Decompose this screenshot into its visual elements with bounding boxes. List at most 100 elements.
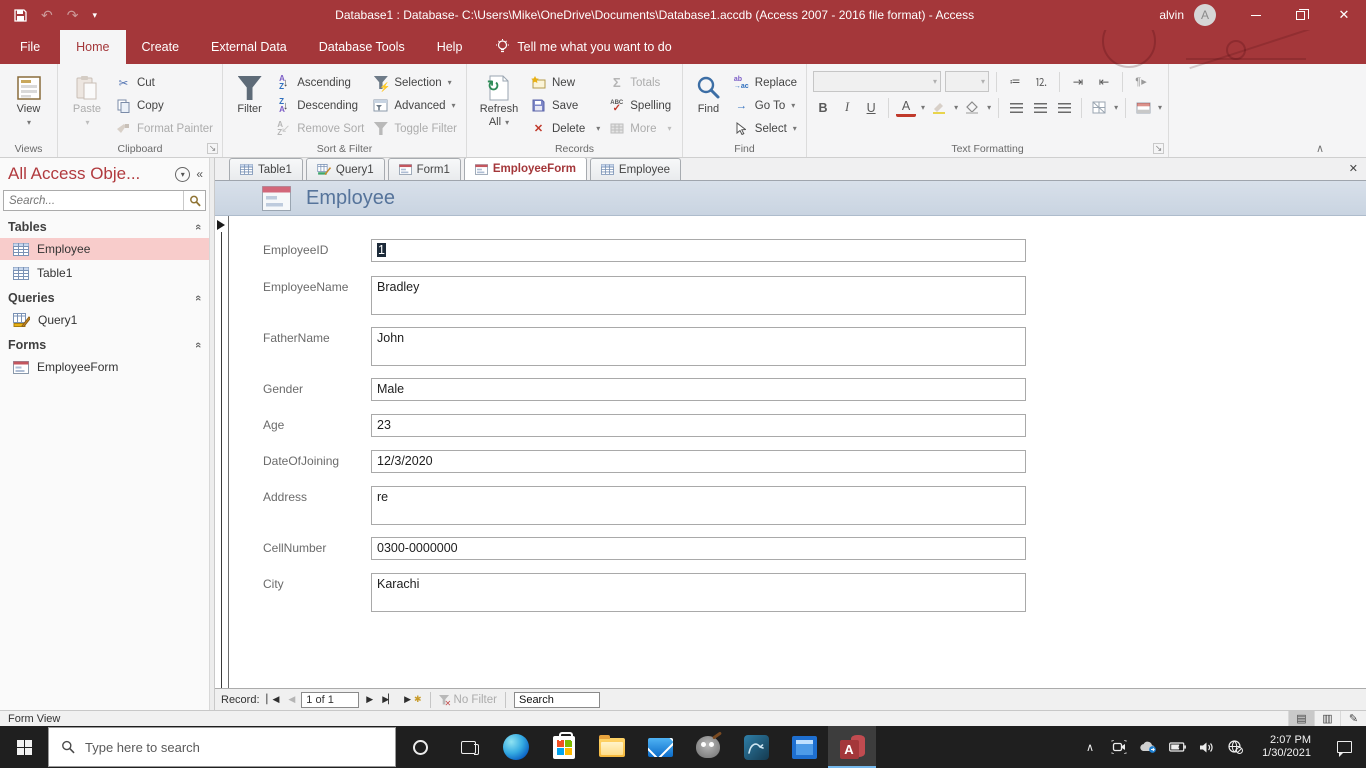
redo-icon[interactable]: ↷ <box>67 7 79 24</box>
last-record-icon[interactable]: ▶▏ <box>379 694 397 705</box>
cellnumber-input[interactable]: 0300-0000000 <box>371 537 1026 560</box>
highlight-color-icon[interactable] <box>929 97 949 118</box>
font-color-button[interactable]: A <box>896 99 917 117</box>
battery-icon[interactable] <box>1166 742 1188 752</box>
text-direction-icon[interactable]: ¶▸ <box>1130 71 1152 92</box>
volume-icon[interactable] <box>1195 741 1217 754</box>
tab-create[interactable]: Create <box>126 30 196 64</box>
tell-me-box[interactable]: Tell me what you want to do <box>478 30 672 64</box>
form-view-button[interactable]: ▤ <box>1288 711 1314 726</box>
new-record-button[interactable]: New <box>527 71 603 94</box>
delete-record-button[interactable]: ✕ Delete ▾ <box>527 117 603 140</box>
tab-home[interactable]: Home <box>60 30 126 64</box>
undo-icon[interactable]: ↶ <box>41 7 53 24</box>
find-button[interactable]: Find <box>689 69 728 141</box>
spelling-button[interactable]: ABC ✓ Spelling <box>605 94 674 117</box>
filter-button[interactable]: Filter <box>229 69 270 141</box>
nav-search-box[interactable] <box>3 190 206 211</box>
align-center-icon[interactable] <box>1030 97 1050 118</box>
align-right-icon[interactable] <box>1054 97 1074 118</box>
font-size-combobox[interactable]: ▾ <box>945 71 989 92</box>
font-name-combobox[interactable]: ▾ <box>813 71 941 92</box>
record-position[interactable]: 1 of 1 <box>301 691 360 708</box>
paste-button[interactable]: Paste ▾ <box>64 69 110 141</box>
gender-input[interactable]: Male <box>371 378 1026 401</box>
microsoft-store-button[interactable] <box>540 726 588 768</box>
address-input[interactable]: re <box>371 486 1026 525</box>
file-explorer-button[interactable] <box>588 726 636 768</box>
close-button[interactable]: ✕ <box>1322 0 1366 30</box>
save-icon[interactable] <box>14 8 27 22</box>
tray-chevron-up-icon[interactable]: ∧ <box>1079 741 1101 754</box>
next-record-icon[interactable]: ▶ <box>363 694 375 705</box>
employeename-input[interactable]: Bradley <box>371 276 1026 315</box>
first-record-icon[interactable]: ▏◀ <box>264 694 282 705</box>
doc-tab-employee[interactable]: Employee <box>589 158 682 180</box>
align-left-icon[interactable] <box>1006 97 1026 118</box>
action-center-icon[interactable] <box>1337 741 1352 757</box>
nav-item-table1[interactable]: Table1 <box>0 262 209 284</box>
decrease-indent-icon[interactable]: ⇤ <box>1093 71 1115 92</box>
employeeid-input[interactable]: 1 <box>371 239 1026 262</box>
tab-database-tools[interactable]: Database Tools <box>303 30 421 64</box>
more-button[interactable]: More ▾ <box>605 117 674 140</box>
fathername-input[interactable]: John <box>371 327 1026 366</box>
tab-file[interactable]: File <box>0 30 60 64</box>
tab-external-data[interactable]: External Data <box>195 30 303 64</box>
increase-indent-icon[interactable]: ⇥ <box>1067 71 1089 92</box>
onedrive-icon[interactable] <box>1137 741 1159 753</box>
close-document-icon[interactable]: ✕ <box>1349 162 1358 175</box>
section-forms[interactable]: Forms « <box>0 333 209 356</box>
city-input[interactable]: Karachi <box>371 573 1026 612</box>
shutter-bar-close-icon[interactable]: « <box>196 167 203 181</box>
network-icon[interactable] <box>1224 740 1246 754</box>
doc-tab-query1[interactable]: Query1 <box>305 158 385 180</box>
dateofjoining-input[interactable]: 12/3/2020 <box>371 450 1026 473</box>
cortana-button[interactable] <box>396 726 444 768</box>
mysql-workbench-button[interactable] <box>732 726 780 768</box>
nav-search-input[interactable] <box>4 194 183 207</box>
alternate-row-color-icon[interactable] <box>1133 97 1153 118</box>
select-button[interactable]: Select ▾ <box>730 117 800 140</box>
section-tables[interactable]: Tables « <box>0 215 209 238</box>
gridlines-icon[interactable] <box>1089 97 1109 118</box>
nav-item-query1[interactable]: Query1 <box>0 309 209 331</box>
nav-pane-splitter[interactable] <box>210 158 215 710</box>
collapse-ribbon-icon[interactable]: ∧ <box>1316 142 1324 155</box>
previous-record-icon[interactable]: ◀ <box>285 694 297 705</box>
datasheet-view-button[interactable]: ▥ <box>1314 711 1340 726</box>
avatar[interactable]: A <box>1194 4 1216 26</box>
bullets-icon[interactable]: ≔ <box>1004 71 1026 92</box>
goto-button[interactable]: → Go To ▾ <box>730 94 800 117</box>
save-record-button[interactable]: Save <box>527 94 603 117</box>
nav-menu-icon[interactable]: ▾ <box>175 166 191 182</box>
age-input[interactable]: 23 <box>371 414 1026 437</box>
background-color-icon[interactable] <box>962 97 982 118</box>
no-filter-button[interactable]: ✕ No Filter <box>438 694 497 708</box>
underline-button[interactable]: U <box>861 97 881 118</box>
totals-button[interactable]: Σ Totals <box>605 71 674 94</box>
design-view-button[interactable]: ✎ <box>1340 711 1366 726</box>
nav-item-employeeform[interactable]: EmployeeForm <box>0 356 209 378</box>
view-button[interactable]: View ▾ <box>6 69 51 141</box>
gimp-button[interactable] <box>684 726 732 768</box>
restore-button[interactable] <box>1278 0 1322 30</box>
minimize-button[interactable] <box>1234 0 1278 30</box>
start-button[interactable] <box>0 726 48 768</box>
record-search-input[interactable] <box>513 691 600 708</box>
ascending-button[interactable]: A Z ↓ Ascending <box>272 71 367 94</box>
mail-button[interactable] <box>636 726 684 768</box>
task-view-button[interactable] <box>444 726 492 768</box>
numbering-icon[interactable]: ⒓ <box>1030 71 1052 92</box>
news-app-button[interactable] <box>780 726 828 768</box>
descending-button[interactable]: Z A ↓ Descending <box>272 94 367 117</box>
edge-button[interactable] <box>492 726 540 768</box>
record-selector-bar[interactable] <box>215 216 229 688</box>
taskbar-search-box[interactable]: Type here to search <box>48 727 396 767</box>
customize-qat-icon[interactable]: ▾ <box>92 10 97 21</box>
text-formatting-dialog-launcher-icon[interactable]: ↘ <box>1153 143 1164 154</box>
replace-button[interactable]: ab →ac Replace <box>730 71 800 94</box>
nav-item-employee-table[interactable]: Employee <box>0 238 209 260</box>
doc-tab-form1[interactable]: Form1 <box>387 158 461 180</box>
toggle-filter-button[interactable]: Toggle Filter <box>369 117 460 140</box>
